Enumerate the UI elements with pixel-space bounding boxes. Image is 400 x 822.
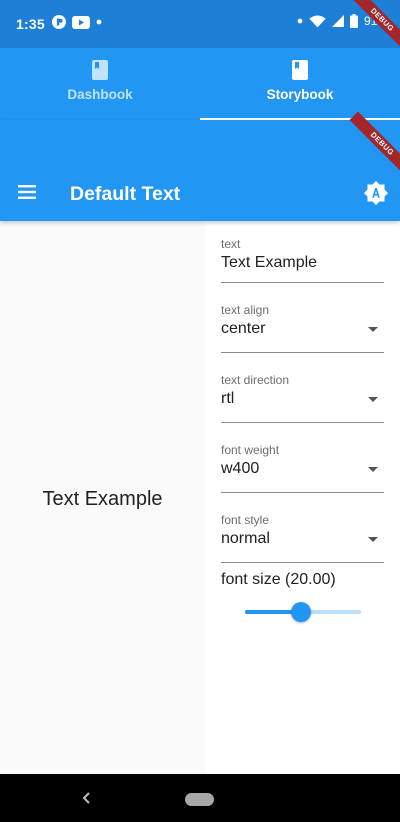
app-bar: DEBUG Default Text: [0, 111, 400, 221]
dot-icon: [297, 18, 303, 24]
field-label: font style: [221, 513, 270, 527]
book-icon: [292, 60, 308, 80]
field-label: text align: [221, 303, 270, 317]
tab-label: Dashbook: [67, 87, 133, 102]
dot-icon: [96, 19, 102, 25]
text-input[interactable]: Text Example: [221, 254, 317, 272]
notification-icons: [52, 15, 102, 29]
content-area: Text Example text Text Example text alig…: [0, 221, 400, 774]
dropdown-arrow-icon: [368, 327, 378, 332]
text-direction-dropdown[interactable]: text direction rtl: [221, 370, 384, 423]
dropdown-value: w400: [221, 460, 260, 477]
field-label: text: [221, 237, 241, 251]
brightness-auto-icon[interactable]: [363, 180, 389, 206]
tab-label: Storybook: [266, 87, 334, 102]
dropdown-value: center: [221, 320, 266, 337]
slider-thumb[interactable]: [290, 602, 311, 622]
back-icon[interactable]: [80, 790, 94, 806]
preview-text: Text Example: [42, 488, 163, 510]
font-size-slider[interactable]: [245, 599, 361, 625]
youtube-icon: [72, 15, 90, 29]
field-label: text direction: [221, 373, 290, 387]
dropdown-value: rtl: [221, 390, 235, 407]
signal-icon: [331, 15, 344, 27]
status-time: 1:35: [16, 16, 45, 32]
dropdown-arrow-icon: [368, 537, 378, 542]
dropdown-value: normal: [221, 530, 270, 547]
font-weight-dropdown[interactable]: font weight w400: [221, 440, 384, 493]
dropdown-arrow-icon: [368, 397, 378, 402]
tab-storybook[interactable]: Storybook: [200, 48, 400, 120]
field-label: font weight: [221, 443, 280, 457]
text-align-dropdown[interactable]: text align center: [221, 300, 384, 353]
tab-bar: Dashbook Storybook: [0, 48, 400, 120]
battery-icon: [349, 14, 358, 28]
font-style-dropdown[interactable]: font style normal: [221, 510, 384, 563]
wifi-icon: [309, 15, 326, 27]
status-bar: 1:35 91%: [0, 0, 400, 48]
text-field[interactable]: text Text Example: [221, 221, 384, 283]
book-icon: [92, 60, 108, 80]
menu-icon[interactable]: [14, 180, 40, 204]
app-notification-icon: [52, 15, 66, 29]
debug-banner: DEBUG: [349, 111, 400, 177]
font-size-label: font size (20.00): [221, 571, 336, 588]
tab-dashbook[interactable]: Dashbook: [0, 48, 200, 120]
dropdown-arrow-icon: [368, 467, 378, 472]
home-button[interactable]: [185, 793, 214, 806]
page-title: Default Text: [70, 183, 181, 205]
story-preview: Text Example: [0, 221, 205, 774]
